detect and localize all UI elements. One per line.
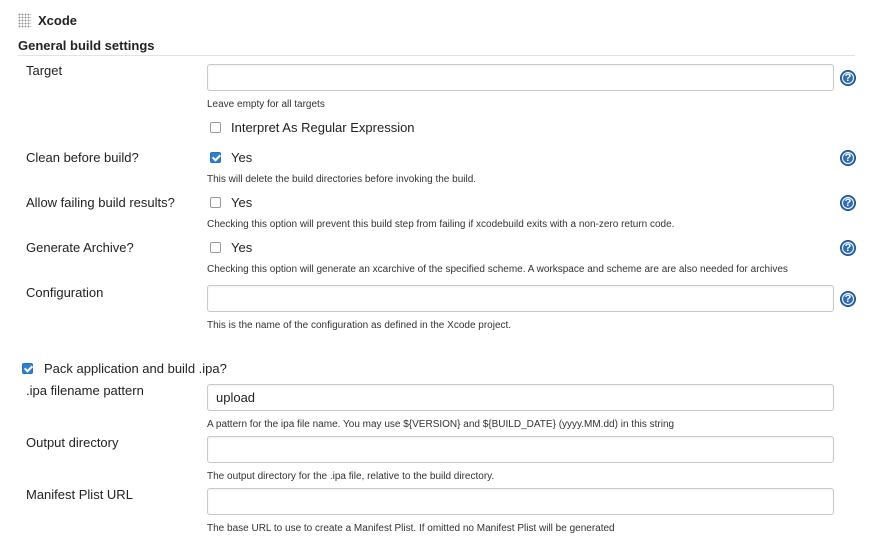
output-dir-hint: The output directory for the .ipa file, … — [207, 471, 495, 482]
archive-checkbox[interactable] — [210, 242, 221, 253]
target-label: Target — [26, 63, 63, 78]
clean-label: Clean before build? — [26, 150, 139, 165]
manifest-url-label: Manifest Plist URL — [26, 487, 133, 502]
regex-checkbox-label: Interpret As Regular Expression — [231, 120, 415, 135]
manifest-url-input[interactable] — [207, 488, 834, 515]
clean-checkbox-row[interactable]: Yes — [210, 150, 252, 165]
allow-failing-option-label: Yes — [231, 195, 253, 210]
help-icon[interactable]: ? — [840, 291, 856, 307]
section-title: General build settings — [18, 38, 155, 53]
ipa-pattern-input[interactable] — [207, 384, 834, 411]
target-input[interactable] — [207, 64, 834, 91]
target-hint: Leave empty for all targets — [207, 99, 325, 110]
output-dir-input[interactable] — [207, 436, 834, 463]
clean-hint: This will delete the build directories b… — [207, 174, 477, 185]
step-title: Xcode — [38, 13, 78, 28]
allow-failing-checkbox-row[interactable]: Yes — [210, 195, 252, 210]
clean-option-label: Yes — [231, 150, 253, 165]
regex-checkbox-row[interactable]: Interpret As Regular Expression — [210, 120, 415, 135]
archive-checkbox-row[interactable]: Yes — [210, 240, 252, 255]
configuration-hint: This is the name of the configuration as… — [207, 320, 512, 331]
pack-ipa-checkbox[interactable] — [22, 363, 33, 374]
output-dir-label: Output directory — [26, 435, 119, 450]
section-divider — [18, 55, 855, 56]
configuration-input[interactable] — [207, 285, 834, 312]
configuration-label: Configuration — [26, 285, 104, 300]
archive-option-label: Yes — [231, 240, 253, 255]
allow-failing-hint: Checking this option will prevent this b… — [207, 219, 675, 230]
allow-failing-checkbox[interactable] — [210, 197, 221, 208]
help-icon[interactable]: ? — [840, 240, 856, 256]
drag-handle-icon[interactable] — [18, 13, 31, 28]
ipa-pattern-label: .ipa filename pattern — [26, 383, 144, 398]
archive-label: Generate Archive? — [26, 240, 134, 255]
pack-ipa-checkbox-row[interactable]: Pack application and build .ipa? — [22, 361, 227, 376]
help-icon[interactable]: ? — [840, 195, 856, 211]
pack-ipa-label: Pack application and build .ipa? — [44, 361, 227, 376]
regex-checkbox[interactable] — [210, 122, 221, 133]
archive-hint: Checking this option will generate an xc… — [207, 264, 788, 275]
ipa-pattern-hint: A pattern for the ipa file name. You may… — [207, 419, 675, 430]
manifest-url-hint: The base URL to use to create a Manifest… — [207, 523, 615, 534]
help-icon[interactable]: ? — [840, 150, 856, 166]
help-icon[interactable]: ? — [840, 70, 856, 86]
clean-checkbox[interactable] — [210, 152, 221, 163]
allow-failing-label: Allow failing build results? — [26, 195, 175, 210]
